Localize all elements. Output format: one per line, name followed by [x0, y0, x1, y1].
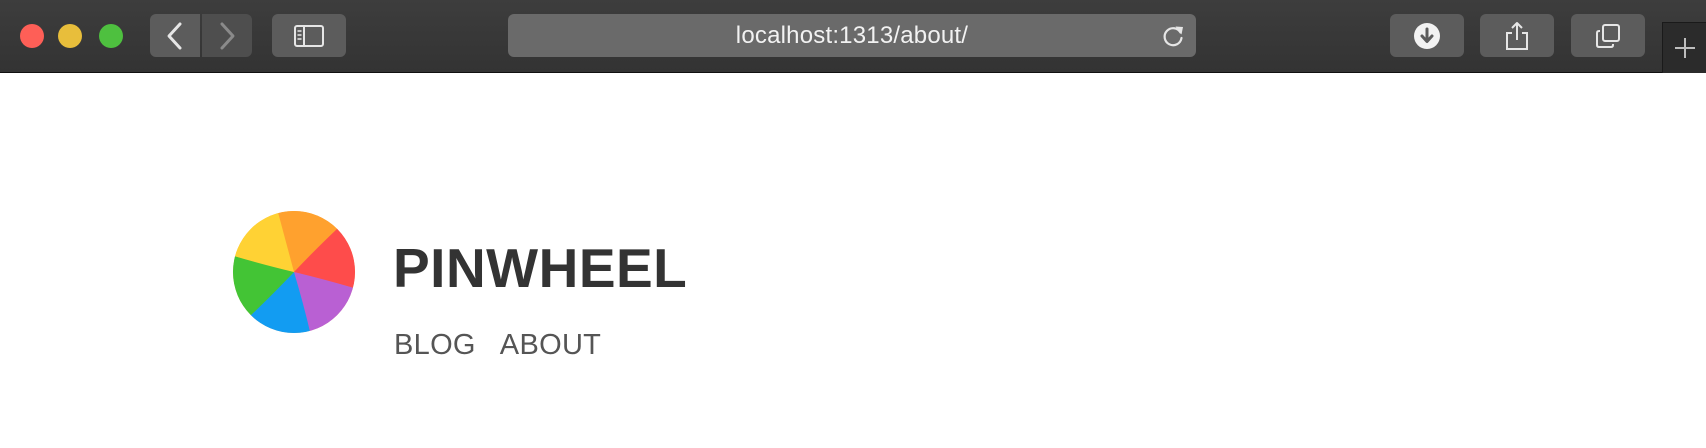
chevron-right-icon: [220, 22, 235, 49]
sidebar-icon: [294, 24, 324, 47]
browser-toolbar: localhost:1313/about/: [0, 0, 1706, 73]
tabs-overview-icon: [1596, 23, 1620, 48]
page-content: PINWHEEL BLOG ABOUT: [0, 73, 1706, 448]
nav-link-about[interactable]: ABOUT: [500, 329, 601, 362]
close-window-button[interactable]: [20, 24, 44, 48]
new-tab-button[interactable]: [1662, 22, 1706, 73]
download-icon: [1414, 22, 1440, 49]
logo-petals: [232, 210, 356, 334]
tab-overview-button[interactable]: [1571, 14, 1645, 57]
url-text: localhost:1313/about/: [735, 21, 969, 49]
reload-icon[interactable]: [1160, 23, 1186, 49]
sidebar-toggle-button[interactable]: [272, 14, 346, 57]
zoom-window-button[interactable]: [99, 24, 123, 48]
share-button[interactable]: [1480, 14, 1554, 57]
nav-link-blog[interactable]: BLOG: [394, 329, 476, 362]
site-title[interactable]: PINWHEEL: [393, 241, 687, 296]
chevron-left-icon: [167, 22, 182, 49]
share-icon: [1506, 21, 1528, 50]
downloads-button[interactable]: [1390, 14, 1464, 57]
address-bar[interactable]: localhost:1313/about/: [508, 14, 1196, 57]
forward-button[interactable]: [202, 14, 252, 57]
plus-icon: [1674, 38, 1695, 58]
pinwheel-logo[interactable]: [231, 209, 357, 335]
browser-window: localhost:1313/about/ PINWHEEL BLOG ABOU…: [0, 0, 1706, 448]
main-nav: BLOG ABOUT: [394, 329, 601, 362]
minimize-window-button[interactable]: [58, 24, 82, 48]
back-button[interactable]: [150, 14, 200, 57]
